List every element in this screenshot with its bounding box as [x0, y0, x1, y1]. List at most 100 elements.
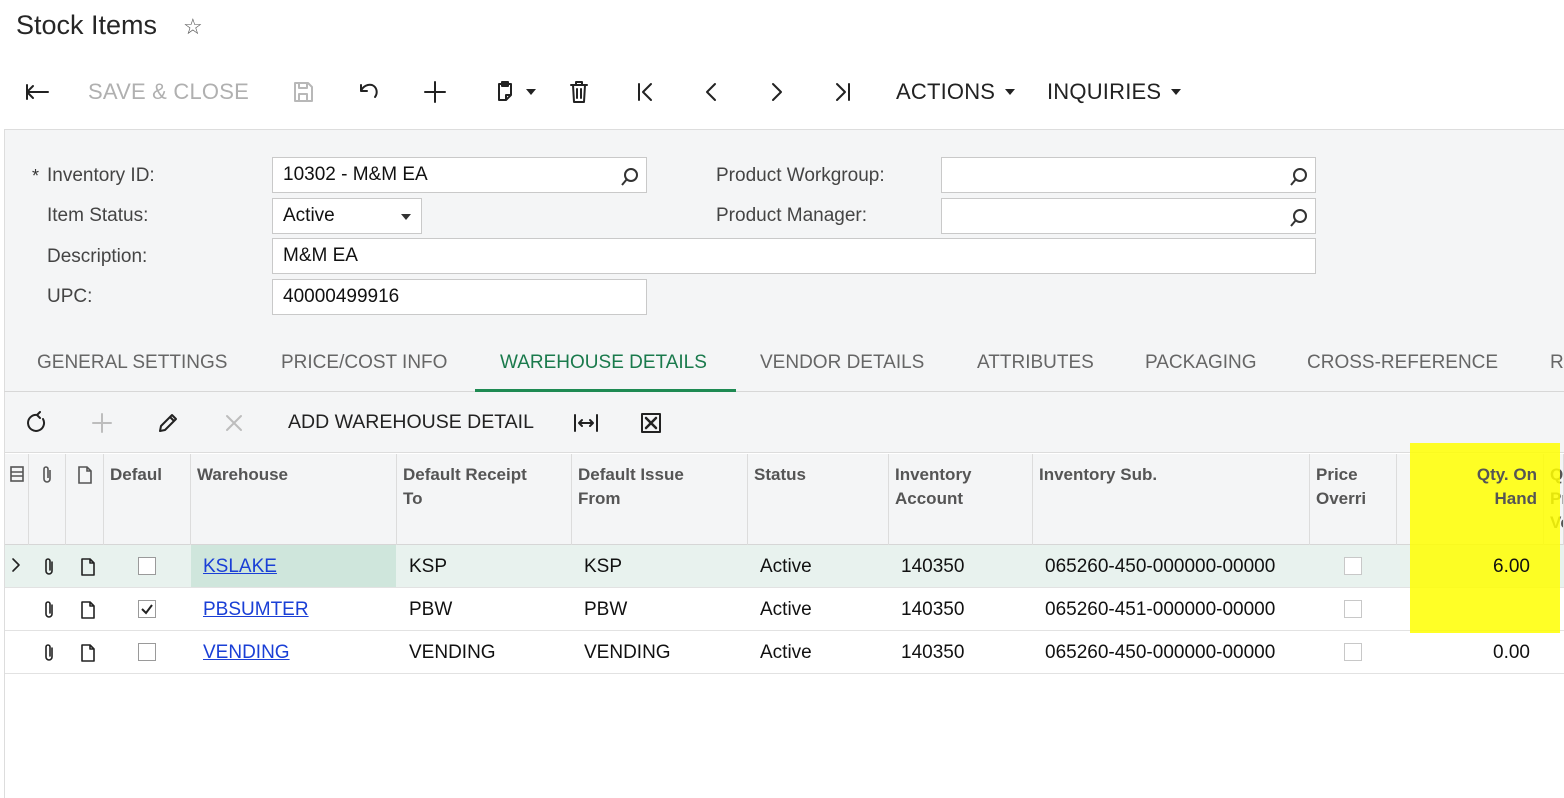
item-status-select[interactable]: Active [272, 198, 422, 234]
inventory-account-cell: 140350 [901, 556, 965, 577]
previous-record-icon[interactable] [696, 72, 726, 112]
tab-attributes[interactable]: ATTRIBUTES [977, 352, 1094, 374]
search-icon[interactable] [620, 165, 640, 199]
header-default-receipt-to[interactable]: Default Receipt To [397, 454, 572, 545]
note-icon[interactable] [80, 600, 96, 625]
default-checkbox[interactable] [138, 557, 156, 575]
undo-icon[interactable] [354, 72, 384, 112]
header-status[interactable]: Status [748, 454, 889, 545]
add-warehouse-detail-button[interactable]: ADD WAREHOUSE DETAIL [288, 411, 534, 434]
note-icon [77, 465, 93, 490]
tab-general-settings[interactable]: GENERAL SETTINGS [37, 352, 227, 374]
header-price-override[interactable]: Price Overri [1310, 454, 1397, 545]
chevron-down-icon [401, 214, 411, 220]
warehouse-link-cell[interactable]: VENDING [203, 631, 290, 674]
receipt-to-cell: PBW [409, 599, 453, 620]
tab-warehouse-details[interactable]: WAREHOUSE DETAILS [500, 352, 707, 374]
inventory-id-value: 10302 - M&M EA [283, 164, 428, 185]
favorite-star-icon[interactable]: ☆ [183, 14, 203, 40]
description-field[interactable]: M&M EA [272, 238, 1316, 274]
product-manager-field[interactable] [941, 198, 1316, 234]
header-text: Account [895, 489, 963, 508]
inventory-sub-cell: 065260-451-000000-00000 [1045, 599, 1276, 620]
header-text: Default Issue [578, 465, 684, 484]
edit-pencil-icon[interactable] [153, 406, 183, 440]
warehouse-link-cell[interactable]: PBSUMTER [203, 588, 309, 631]
header-inventory-account[interactable]: Inventory Account [889, 454, 1033, 545]
header-warehouse[interactable]: Warehouse [191, 454, 397, 545]
status-cell: Active [760, 642, 812, 663]
copy-paste-dropdown[interactable] [488, 72, 540, 112]
paperclip-icon[interactable] [41, 600, 57, 625]
add-row-icon[interactable] [87, 406, 117, 440]
tab-vendor-details[interactable]: VENDOR DETAILS [760, 352, 924, 374]
header-qty-on-hand[interactable]: Qty. On Hand [1410, 463, 1537, 511]
warehouse-link[interactable]: PBSUMTER [203, 599, 309, 620]
price-override-checkbox[interactable] [1344, 600, 1362, 618]
price-override-checkbox[interactable] [1344, 643, 1362, 661]
back-arrow-icon[interactable] [20, 72, 54, 112]
header-text: Qty. On [1476, 465, 1537, 484]
delete-trash-icon[interactable] [565, 72, 593, 112]
checkmark-icon [141, 604, 153, 615]
qty-on-hand-cell: 0.00 [1493, 642, 1530, 663]
fit-columns-icon[interactable] [570, 406, 602, 440]
receipt-to-cell: KSP [409, 556, 448, 577]
warehouse-link-cell[interactable]: KSLAKE [203, 545, 277, 588]
description-label: Description: [47, 246, 148, 267]
header-text: Overri [1316, 489, 1367, 508]
inquiries-menu-button[interactable]: INQUIRIES [1047, 72, 1182, 112]
status-cell: Active [760, 556, 812, 577]
description-value: M&M EA [283, 245, 358, 266]
issue-from-cell: PBW [584, 599, 628, 620]
tab-price-cost-info[interactable]: PRICE/COST INFO [281, 352, 447, 374]
issue-from-cell: VENDING [584, 642, 671, 663]
row-selector-chevron-icon[interactable] [9, 556, 23, 579]
header-inventory-sub[interactable]: Inventory Sub. [1033, 454, 1310, 545]
tab-cross-reference[interactable]: CROSS-REFERENCE [1307, 352, 1498, 374]
export-excel-icon[interactable] [636, 406, 666, 440]
paperclip-icon[interactable] [41, 643, 57, 668]
search-icon[interactable] [1289, 165, 1309, 199]
note-icon[interactable] [80, 557, 96, 582]
upc-value: 40000499916 [283, 286, 400, 307]
save-close-button[interactable]: SAVE & CLOSE [88, 72, 249, 112]
default-checkbox-checked[interactable] [138, 600, 156, 618]
warehouse-link[interactable]: VENDING [203, 642, 290, 663]
qty-on-hand-cell: 6.00 [1493, 556, 1530, 577]
header-text: Inventory [895, 465, 972, 484]
first-record-icon[interactable] [630, 72, 660, 112]
header-text: Hand [1494, 489, 1538, 508]
required-marker: * [32, 166, 40, 186]
header-default[interactable]: Defaul [104, 454, 191, 545]
paperclip-icon[interactable] [41, 557, 57, 582]
header-text: Price [1316, 465, 1358, 484]
active-tab-indicator [475, 389, 736, 392]
save-icon[interactable] [288, 72, 318, 112]
inventory-sub-cell: 065260-450-000000-00000 [1045, 556, 1276, 577]
tab-packaging[interactable]: PACKAGING [1145, 352, 1257, 374]
inventory-id-label: Inventory ID: [47, 165, 155, 186]
column-settings-icon[interactable] [9, 465, 25, 488]
price-override-checkbox[interactable] [1344, 557, 1362, 575]
add-icon[interactable] [420, 72, 450, 112]
tab-overflow[interactable]: R [1550, 352, 1564, 374]
upc-field[interactable]: 40000499916 [272, 279, 647, 315]
chevron-down-icon [526, 89, 536, 95]
default-checkbox[interactable] [138, 643, 156, 661]
refresh-icon[interactable] [22, 406, 52, 440]
chevron-down-icon [1171, 89, 1182, 95]
product-workgroup-field[interactable] [941, 157, 1316, 193]
warehouse-link[interactable]: KSLAKE [203, 556, 277, 577]
inventory-id-field[interactable]: 10302 - M&M EA [272, 157, 647, 193]
actions-menu-button[interactable]: ACTIONS [896, 72, 1016, 112]
inventory-account-cell: 140350 [901, 642, 965, 663]
paperclip-icon [39, 465, 55, 490]
note-icon[interactable] [80, 643, 96, 668]
header-default-issue-from[interactable]: Default Issue From [572, 454, 748, 545]
search-icon[interactable] [1289, 206, 1309, 240]
inventory-sub-cell: 065260-450-000000-00000 [1045, 642, 1276, 663]
next-record-icon[interactable] [762, 72, 792, 112]
delete-row-icon[interactable] [219, 406, 249, 440]
last-record-icon[interactable] [828, 72, 858, 112]
